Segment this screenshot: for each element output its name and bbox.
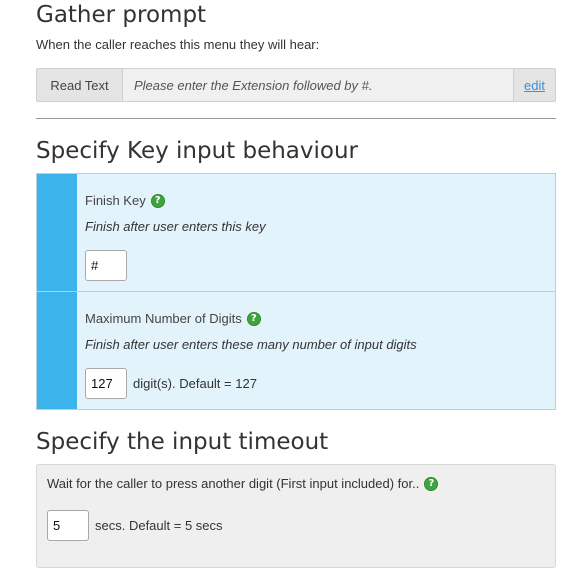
panel-separator [37,291,555,292]
max-digits-suffix: digit(s). Default = 127 [133,376,257,391]
input-timeout-heading: Specify the input timeout [36,429,329,455]
timeout-description: Wait for the caller to press another dig… [47,476,420,491]
read-text-bar: Read Text Please enter the Extension fol… [36,68,556,102]
edit-link[interactable]: edit [513,69,555,101]
read-text-value: Please enter the Extension followed by #… [134,77,373,93]
help-icon[interactable]: ? [150,193,165,208]
key-input-panel: Finish Key ? Finish after user enters th… [36,173,556,410]
finish-key-section: Finish Key ? Finish after user enters th… [85,193,266,281]
timeout-suffix: secs. Default = 5 secs [95,518,223,533]
key-input-heading: Specify Key input behaviour [36,138,359,164]
max-digits-hint: Finish after user enters these many numb… [85,337,417,352]
input-timeout-panel: Wait for the caller to press another dig… [36,464,556,568]
max-digits-input[interactable]: 127 [85,368,127,399]
gather-prompt-description: When the caller reaches this menu they w… [36,37,320,52]
help-icon[interactable]: ? [424,476,439,491]
ivr-menu-settings: Gather prompt When the caller reaches th… [0,0,586,573]
timeout-input[interactable]: 5 [47,510,89,541]
finish-key-input[interactable]: # [85,250,127,281]
gather-prompt-heading: Gather prompt [36,2,207,28]
max-digits-section: Maximum Number of Digits ? Finish after … [85,311,417,399]
section-divider [36,118,556,119]
finish-key-label: Finish Key [85,193,146,208]
help-icon[interactable]: ? [246,311,261,326]
read-text-label: Read Text [37,69,123,101]
finish-key-hint: Finish after user enters this key [85,219,266,234]
max-digits-label: Maximum Number of Digits [85,311,242,326]
